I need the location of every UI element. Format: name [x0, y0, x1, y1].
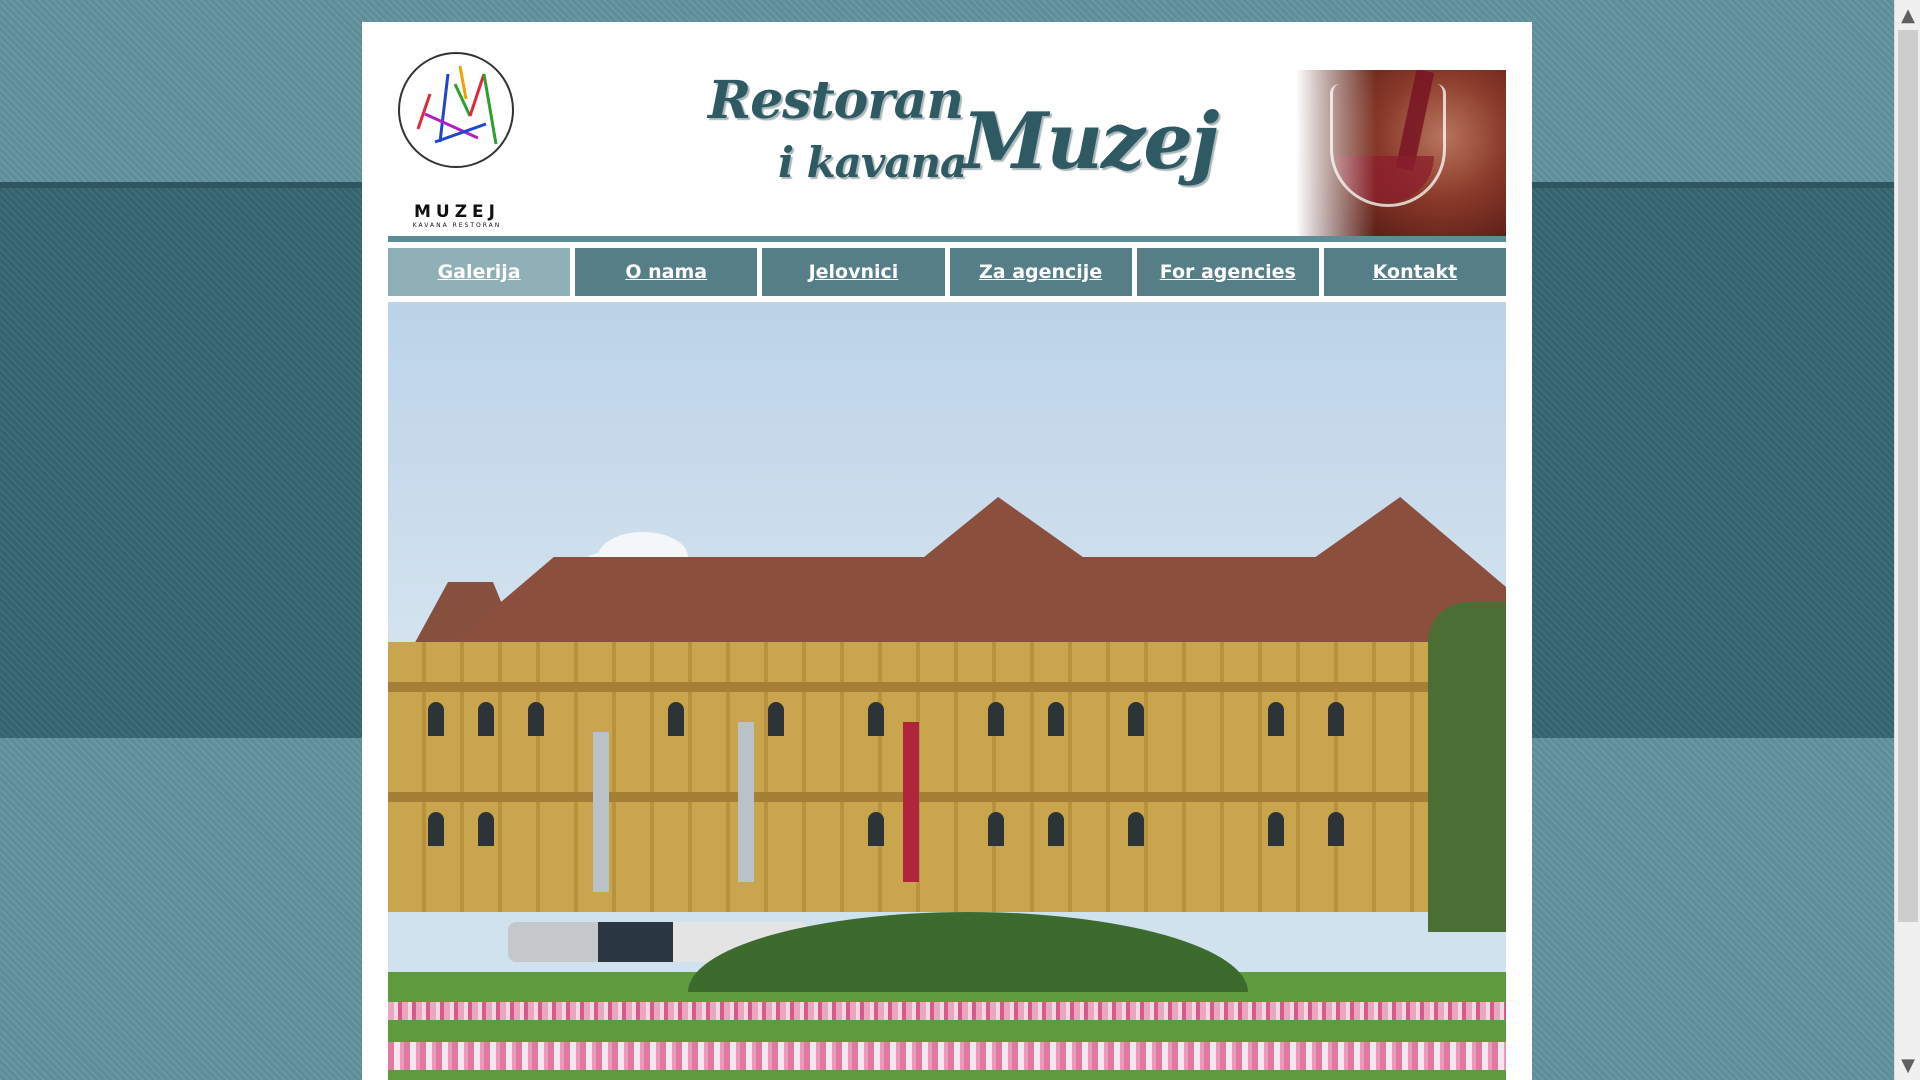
wine-image-fade: [1296, 70, 1376, 236]
logo-wordmark: MUZEJ: [414, 202, 500, 222]
title-muzej: Muzej: [962, 96, 1219, 187]
title-restoran: Restoran: [708, 70, 964, 131]
nav-item-o-nama[interactable]: O nama: [575, 248, 758, 296]
page-container: MUZEJ KAVANA RESTORAN Restoran i kavana …: [362, 22, 1532, 1080]
nav-item-galerija[interactable]: Galerija: [388, 248, 571, 296]
nav-item-za-agencije[interactable]: Za agencije: [949, 248, 1132, 296]
photo-flowerbed-upper: [388, 1002, 1506, 1020]
logo-circle-icon: [398, 52, 514, 168]
photo-trees: [1428, 602, 1506, 932]
header-divider: [388, 236, 1506, 242]
muzej-logo[interactable]: MUZEJ KAVANA RESTORAN: [388, 48, 526, 230]
site-header: MUZEJ KAVANA RESTORAN Restoran i kavana …: [388, 48, 1506, 236]
main-navigation: Galerija O nama Jelovnici Za agencije Fo…: [388, 248, 1507, 296]
scroll-thumb[interactable]: [1898, 30, 1918, 922]
photo-facade: [388, 642, 1506, 912]
logo-subtitle: KAVANA RESTORAN: [412, 222, 502, 229]
title-i-kavana: i kavana: [778, 138, 967, 187]
scroll-up-arrow-icon[interactable]: ▲: [1895, 2, 1920, 28]
nav-item-jelovnici[interactable]: Jelovnici: [762, 248, 945, 296]
vertical-scrollbar[interactable]: ▲ ▼: [1894, 0, 1920, 1080]
scroll-down-arrow-icon[interactable]: ▼: [1895, 1052, 1920, 1078]
nav-item-for-agencies[interactable]: For agencies: [1136, 248, 1319, 296]
wine-glass-image: [1296, 70, 1506, 236]
photo-flowerbed-lower: [388, 1042, 1506, 1070]
museum-building-photo: [388, 302, 1506, 1080]
nav-item-kontakt[interactable]: Kontakt: [1323, 248, 1507, 296]
